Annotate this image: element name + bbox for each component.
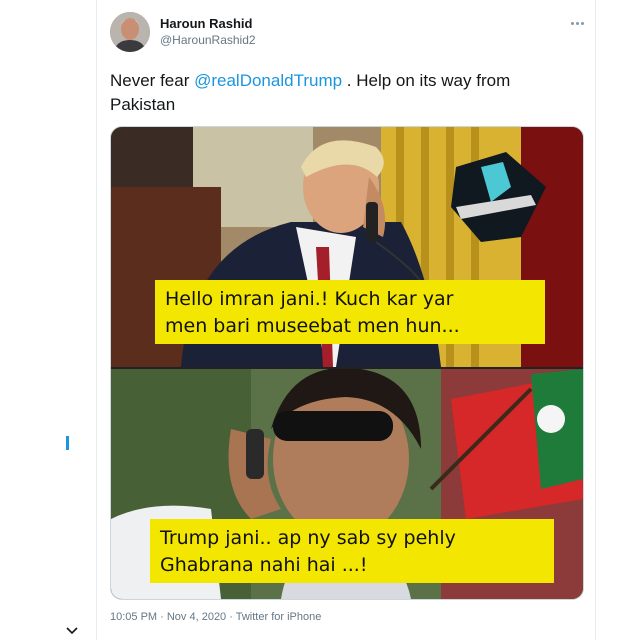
avatar-image: [110, 12, 150, 52]
tweet-text-prefix: Never fear: [110, 71, 195, 90]
chevron-down-icon[interactable]: [66, 626, 78, 636]
avatar[interactable]: [110, 12, 150, 52]
caption-top-line2: men bari museebat men hun...: [165, 315, 460, 337]
media-panel-bottom: Trump jani.. ap ny sab sy pehly Ghabrana…: [111, 369, 583, 599]
mention-link[interactable]: @realDonaldTrump: [194, 71, 342, 90]
caption-top: Hello imran jani.! Kuch kar yar men bari…: [155, 280, 545, 344]
tweet-text: Never fear @realDonaldTrump . Help on it…: [110, 69, 570, 117]
caption-bottom: Trump jani.. ap ny sab sy pehly Ghabrana…: [150, 519, 554, 583]
author-display-name[interactable]: Haroun Rashid: [160, 16, 252, 31]
caption-top-line1: Hello imran jani.! Kuch kar yar: [165, 288, 454, 310]
caption-bottom-line2: Ghabrana nahi hai ...!: [160, 554, 368, 576]
tweet-media[interactable]: Hello imran jani.! Kuch kar yar men bari…: [110, 126, 584, 600]
author-handle[interactable]: @HarounRashid2: [160, 33, 256, 47]
scroll-indicator: [66, 436, 69, 450]
media-panel-top: Hello imran jani.! Kuch kar yar men bari…: [111, 127, 583, 367]
tweet-timestamp[interactable]: 10:05 PM · Nov 4, 2020 · Twitter for iPh…: [110, 611, 321, 623]
caption-bottom-line1: Trump jani.. ap ny sab sy pehly: [160, 527, 456, 549]
more-icon[interactable]: [568, 18, 586, 28]
